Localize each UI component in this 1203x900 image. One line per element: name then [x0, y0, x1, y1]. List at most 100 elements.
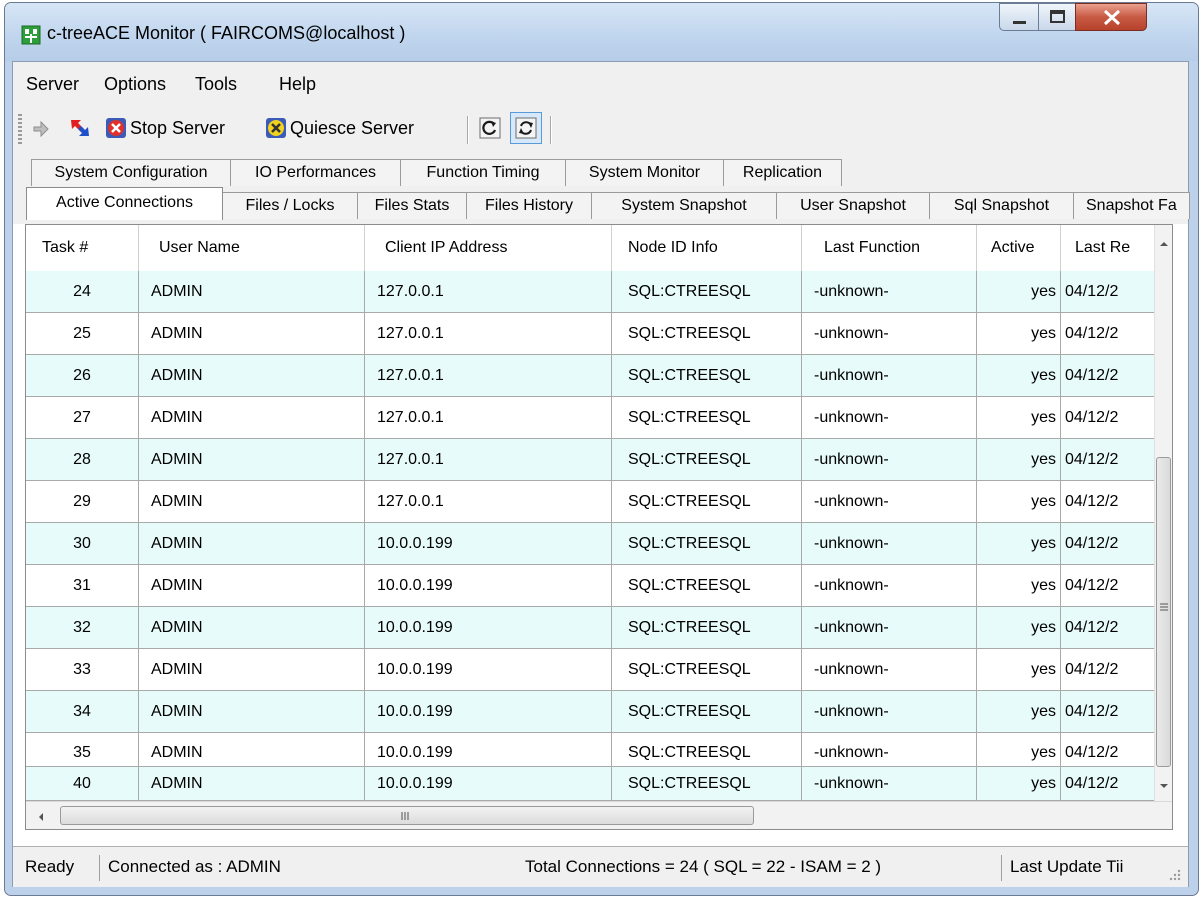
cell-active: yes [977, 649, 1061, 690]
toolbar-grip[interactable] [18, 114, 22, 144]
toolbar: Stop Server Quiesce Server [13, 104, 1188, 154]
tab-active-connections[interactable]: Active Connections [26, 187, 223, 220]
table-row[interactable]: 24 ADMIN 127.0.0.1 SQL:CTREESQL -unknown… [26, 271, 1154, 313]
menu-tools[interactable]: Tools [195, 74, 237, 95]
table-row[interactable]: 32 ADMIN 10.0.0.199 SQL:CTREESQL -unknow… [26, 607, 1154, 649]
menu-options[interactable]: Options [104, 74, 166, 95]
menu-help[interactable]: Help [279, 74, 316, 95]
maximize-button[interactable] [1038, 3, 1076, 31]
column-client-ip[interactable]: Client IP Address [365, 225, 612, 271]
cell-user: ADMIN [139, 523, 365, 564]
table-row[interactable]: 30 ADMIN 10.0.0.199 SQL:CTREESQL -unknow… [26, 523, 1154, 565]
cell-last-request: 04/12/2 [1065, 283, 1119, 300]
cell-active: yes [977, 397, 1061, 438]
scroll-left-arrow-icon[interactable] [36, 810, 46, 824]
cell-task: 28 [26, 439, 139, 480]
tab-replication[interactable]: Replication [723, 159, 842, 186]
tab-io-performances[interactable]: IO Performances [230, 159, 401, 186]
menu-bar: Server Options Tools Help [13, 62, 1188, 104]
cell-node: SQL:CTREESQL [612, 607, 802, 648]
cell-user: ADMIN [139, 397, 365, 438]
grip-lines-icon [401, 812, 409, 820]
connect-icon[interactable] [31, 117, 53, 139]
column-user-name[interactable]: User Name [139, 225, 365, 271]
tab-system-monitor[interactable]: System Monitor [565, 159, 724, 186]
table-row[interactable]: 29 ADMIN 127.0.0.1 SQL:CTREESQL -unknown… [26, 481, 1154, 523]
tab-function-timing[interactable]: Function Timing [400, 159, 566, 186]
table-row[interactable]: 33 ADMIN 10.0.0.199 SQL:CTREESQL -unknow… [26, 649, 1154, 691]
table-row[interactable]: 35 ADMIN 10.0.0.199 SQL:CTREESQL -unknow… [26, 733, 1154, 767]
status-last-update: Last Update Tii [1010, 857, 1124, 876]
tab-files-locks[interactable]: Files / Locks [222, 192, 358, 219]
cell-node: SQL:CTREESQL [612, 733, 802, 766]
tab-system-snapshot[interactable]: System Snapshot [591, 192, 777, 219]
table-row[interactable]: 26 ADMIN 127.0.0.1 SQL:CTREESQL -unknown… [26, 355, 1154, 397]
cell-ip: 127.0.0.1 [365, 481, 612, 522]
menu-server[interactable]: Server [26, 74, 79, 95]
disconnect-icon[interactable] [69, 117, 91, 139]
cell-active: yes [977, 439, 1061, 480]
tab-files-stats[interactable]: Files Stats [357, 192, 467, 219]
auto-refresh-icon [515, 117, 537, 139]
cell-node: SQL:CTREESQL [612, 691, 802, 732]
vertical-scrollbar[interactable] [1154, 225, 1172, 801]
stop-server-button[interactable]: Stop Server [130, 118, 225, 139]
cell-ip: 10.0.0.199 [365, 733, 612, 766]
cell-ip: 10.0.0.199 [365, 767, 612, 800]
column-last-function[interactable]: Last Function [802, 225, 977, 271]
column-last-request[interactable]: Last Re [1061, 225, 1154, 271]
table-row[interactable]: 34 ADMIN 10.0.0.199 SQL:CTREESQL -unknow… [26, 691, 1154, 733]
cell-task: 35 [26, 733, 139, 766]
cell-user: ADMIN [139, 691, 365, 732]
tab-snapshot-fa[interactable]: Snapshot Fa [1073, 192, 1190, 219]
cell-ip: 127.0.0.1 [365, 397, 612, 438]
resize-grip-icon[interactable] [1167, 867, 1181, 881]
cell-node: SQL:CTREESQL [612, 313, 802, 354]
status-separator [99, 855, 100, 881]
cell-node: SQL:CTREESQL [612, 439, 802, 480]
cell-function: -unknown- [802, 523, 977, 564]
quiesce-server-button[interactable]: Quiesce Server [290, 118, 414, 139]
quiesce-server-icon[interactable] [265, 117, 287, 139]
cell-ip: 127.0.0.1 [365, 313, 612, 354]
column-task[interactable]: Task # [26, 225, 139, 271]
status-ready: Ready [25, 857, 75, 876]
cell-user: ADMIN [139, 481, 365, 522]
table-row[interactable]: 40 ADMIN 10.0.0.199 SQL:CTREESQL -unknow… [26, 767, 1154, 801]
column-node-id[interactable]: Node ID Info [612, 225, 802, 271]
cell-task: 24 [26, 271, 139, 312]
tab-sql-snapshot[interactable]: Sql Snapshot [929, 192, 1074, 219]
tab-files-history[interactable]: Files History [466, 192, 592, 219]
vertical-scroll-thumb[interactable] [1156, 457, 1171, 767]
refresh-icon[interactable] [479, 117, 501, 139]
tab-user-snapshot[interactable]: User Snapshot [776, 192, 930, 219]
auto-refresh-button[interactable] [510, 112, 542, 144]
cell-last-request: 04/12/2 [1065, 744, 1119, 761]
tab-system-configuration[interactable]: System Configuration [31, 159, 231, 186]
cell-task: 27 [26, 397, 139, 438]
cell-last-request: 04/12/2 [1065, 775, 1119, 792]
cell-function: -unknown- [802, 565, 977, 606]
cell-active: yes [977, 313, 1061, 354]
minimize-button[interactable] [999, 3, 1039, 31]
cell-active: yes [977, 691, 1061, 732]
grid-body: 24 ADMIN 127.0.0.1 SQL:CTREESQL -unknown… [26, 271, 1154, 801]
horizontal-scroll-thumb[interactable] [60, 806, 754, 825]
cell-last-request: 04/12/2 [1065, 367, 1119, 384]
table-row[interactable]: 25 ADMIN 127.0.0.1 SQL:CTREESQL -unknown… [26, 313, 1154, 355]
horizontal-scrollbar[interactable] [26, 801, 1172, 829]
table-row[interactable]: 28 ADMIN 127.0.0.1 SQL:CTREESQL -unknown… [26, 439, 1154, 481]
stop-server-icon[interactable] [105, 117, 127, 139]
cell-user: ADMIN [139, 355, 365, 396]
title-bar[interactable]: c-treeACE Monitor ( FAIRCOMS@localhost ) [5, 3, 1198, 61]
scroll-up-arrow-icon[interactable] [1157, 239, 1171, 249]
cell-ip: 10.0.0.199 [365, 565, 612, 606]
cell-last-request: 04/12/2 [1065, 409, 1119, 426]
table-row[interactable]: 31 ADMIN 10.0.0.199 SQL:CTREESQL -unknow… [26, 565, 1154, 607]
scroll-down-arrow-icon[interactable] [1157, 781, 1171, 791]
cell-active: yes [977, 565, 1061, 606]
column-active[interactable]: Active [977, 225, 1061, 271]
close-button[interactable] [1075, 3, 1147, 31]
table-row[interactable]: 27 ADMIN 127.0.0.1 SQL:CTREESQL -unknown… [26, 397, 1154, 439]
cell-node: SQL:CTREESQL [612, 355, 802, 396]
